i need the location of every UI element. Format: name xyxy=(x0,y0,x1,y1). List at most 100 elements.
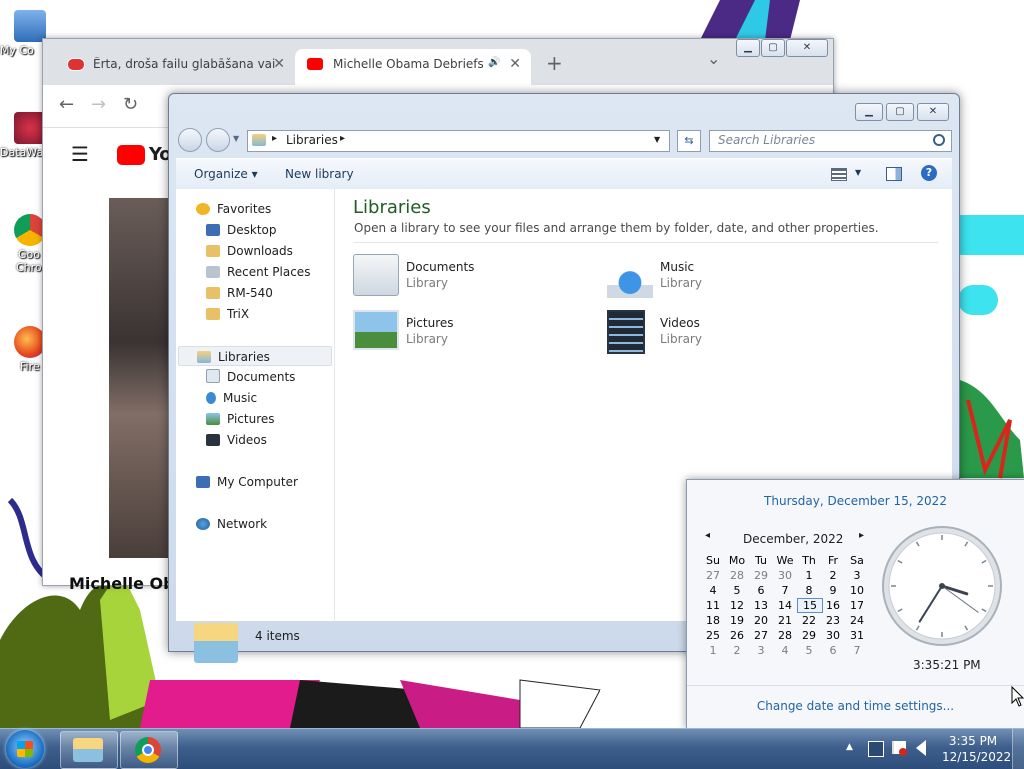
previous-month-button[interactable]: ◂ xyxy=(705,530,710,541)
desktop-icon-google-chrome[interactable]: Goo Chro xyxy=(0,214,46,274)
library-pictures[interactable]: Pictures Library xyxy=(353,310,573,356)
nav-lib-pictures[interactable]: Pictures xyxy=(206,409,275,429)
nav-trix[interactable]: TriX xyxy=(206,304,249,324)
breadcrumb-separator-icon[interactable]: ▸ xyxy=(272,133,277,144)
taskbar-explorer-button[interactable] xyxy=(60,731,118,769)
refresh-button[interactable]: ⇆ xyxy=(677,130,701,152)
breadcrumb-libraries[interactable]: Libraries xyxy=(286,133,338,147)
calendar-day[interactable]: 30 xyxy=(773,568,797,583)
calendar-day[interactable]: 1 xyxy=(797,568,821,583)
recent-pages-chevron-icon[interactable]: ▼ xyxy=(233,134,239,143)
explorer-maximize-button[interactable]: ▢ xyxy=(886,103,914,121)
calendar-day[interactable]: 22 xyxy=(797,613,821,628)
change-date-time-settings-link[interactable]: Change date and time settings... xyxy=(687,699,1024,713)
start-button[interactable] xyxy=(6,730,44,768)
calendar-day[interactable]: 21 xyxy=(773,613,797,628)
calendar-day[interactable]: 26 xyxy=(725,628,749,643)
calendar-day[interactable]: 15 xyxy=(797,598,823,613)
forward-button[interactable]: → xyxy=(91,94,106,115)
help-icon[interactable]: ? xyxy=(921,165,937,181)
browser-tab-cloud-storage[interactable]: Ērta, droša failu glabāšana vai ap ✕ xyxy=(55,49,295,85)
tab-close-icon[interactable]: ✕ xyxy=(509,56,521,72)
preview-pane-icon[interactable] xyxy=(886,167,902,181)
tab-search-button[interactable]: ⌄ xyxy=(707,49,720,68)
address-bar[interactable]: ▸ Libraries ▸ ▼ xyxy=(247,130,670,152)
nav-my-computer[interactable]: My Computer xyxy=(196,472,298,492)
calendar-day[interactable]: 9 xyxy=(821,583,845,598)
calendar-day[interactable]: 17 xyxy=(845,598,869,613)
taskbar-chrome-button[interactable] xyxy=(120,731,178,769)
explorer-minimize-button[interactable]: ▁ xyxy=(855,103,883,121)
browser-minimize-button[interactable]: ▁ xyxy=(736,39,760,57)
browser-maximize-button[interactable]: ▢ xyxy=(761,39,785,57)
tab-close-icon[interactable]: ✕ xyxy=(273,56,285,72)
browser-tab-youtube[interactable]: Michelle Obama Debriefs Pe 🔊 ✕ xyxy=(295,49,531,85)
tab-audio-icon[interactable]: 🔊 xyxy=(488,57,500,68)
calendar-day[interactable]: 20 xyxy=(749,613,773,628)
calendar-day[interactable]: 28 xyxy=(773,628,797,643)
explorer-back-button[interactable] xyxy=(178,128,202,152)
youtube-logo[interactable]: Yo xyxy=(117,144,172,165)
desktop-icon-firefox[interactable]: Fire xyxy=(0,326,46,373)
video-title[interactable]: Michelle Ob xyxy=(69,574,175,593)
library-videos[interactable]: Videos Library xyxy=(607,310,827,356)
address-dropdown-icon[interactable]: ▼ xyxy=(654,135,660,144)
hamburger-menu-icon[interactable]: ☰ xyxy=(71,142,89,166)
show-hidden-icons-button[interactable]: ▲ xyxy=(846,742,853,752)
calendar-day[interactable]: 3 xyxy=(749,643,773,658)
calendar-day[interactable]: 16 xyxy=(821,598,845,613)
calendar-day[interactable]: 8 xyxy=(797,583,821,598)
organize-button[interactable]: Organize ▾ xyxy=(194,167,258,181)
calendar-day[interactable]: 25 xyxy=(701,628,725,643)
calendar-day[interactable]: 29 xyxy=(749,568,773,583)
new-tab-button[interactable]: + xyxy=(546,51,563,75)
nav-rm-540[interactable]: RM-540 xyxy=(206,283,273,303)
calendar-day[interactable]: 10 xyxy=(845,583,869,598)
calendar-day[interactable]: 4 xyxy=(701,583,725,598)
nav-lib-music[interactable]: Music xyxy=(206,388,257,408)
calendar-day[interactable]: 30 xyxy=(821,628,845,643)
calendar-day[interactable]: 5 xyxy=(797,643,821,658)
library-music[interactable]: Music Library xyxy=(607,254,827,300)
calendar-day[interactable]: 19 xyxy=(725,613,749,628)
calendar-day[interactable]: 12 xyxy=(725,598,749,613)
calendar-day[interactable]: 18 xyxy=(701,613,725,628)
new-library-button[interactable]: New library xyxy=(285,167,354,181)
calendar-day[interactable]: 1 xyxy=(701,643,725,658)
desktop-icon-my-computer[interactable]: My Co xyxy=(0,10,46,57)
show-desktop-button[interactable] xyxy=(1012,729,1024,769)
nav-favorites[interactable]: Favorites xyxy=(196,199,271,219)
nav-network[interactable]: Network xyxy=(196,514,267,534)
view-options-dropdown-icon[interactable]: ▼ xyxy=(855,168,861,177)
taskbar-clock[interactable]: 3:35 PM 12/15/2022 xyxy=(942,733,1011,765)
calendar-month-label[interactable]: December, 2022 xyxy=(743,532,843,546)
nav-lib-videos[interactable]: Videos xyxy=(206,430,267,450)
calendar-day[interactable]: 6 xyxy=(749,583,773,598)
calendar-day[interactable]: 23 xyxy=(821,613,845,628)
network-tray-icon[interactable] xyxy=(868,741,884,757)
calendar-day[interactable]: 13 xyxy=(749,598,773,613)
change-view-icon[interactable] xyxy=(831,168,847,181)
calendar-day[interactable]: 3 xyxy=(845,568,869,583)
desktop-icon-datawarehouse[interactable]: DataWa xyxy=(0,112,46,159)
explorer-close-button[interactable]: ✕ xyxy=(917,103,949,121)
nav-libraries[interactable]: Libraries xyxy=(178,346,332,366)
calendar-day[interactable]: 6 xyxy=(821,643,845,658)
video-player[interactable] xyxy=(109,198,169,558)
long-date-link[interactable]: Thursday, December 15, 2022 xyxy=(687,494,1024,508)
calendar-day[interactable]: 7 xyxy=(773,583,797,598)
volume-icon[interactable] xyxy=(916,740,926,756)
breadcrumb-separator-icon[interactable]: ▸ xyxy=(340,133,345,144)
calendar-day[interactable]: 14 xyxy=(773,598,797,613)
calendar-day[interactable]: 27 xyxy=(701,568,725,583)
calendar-day[interactable]: 4 xyxy=(773,643,797,658)
calendar-day[interactable]: 11 xyxy=(701,598,725,613)
calendar-day[interactable]: 29 xyxy=(797,628,821,643)
calendar-day[interactable]: 24 xyxy=(845,613,869,628)
nav-lib-documents[interactable]: Documents xyxy=(206,367,295,387)
reload-button[interactable]: ↻ xyxy=(123,94,138,115)
calendar-day[interactable]: 28 xyxy=(725,568,749,583)
nav-downloads[interactable]: Downloads xyxy=(206,241,293,261)
calendar-day[interactable]: 31 xyxy=(845,628,869,643)
search-input[interactable]: Search Libraries xyxy=(709,130,952,152)
